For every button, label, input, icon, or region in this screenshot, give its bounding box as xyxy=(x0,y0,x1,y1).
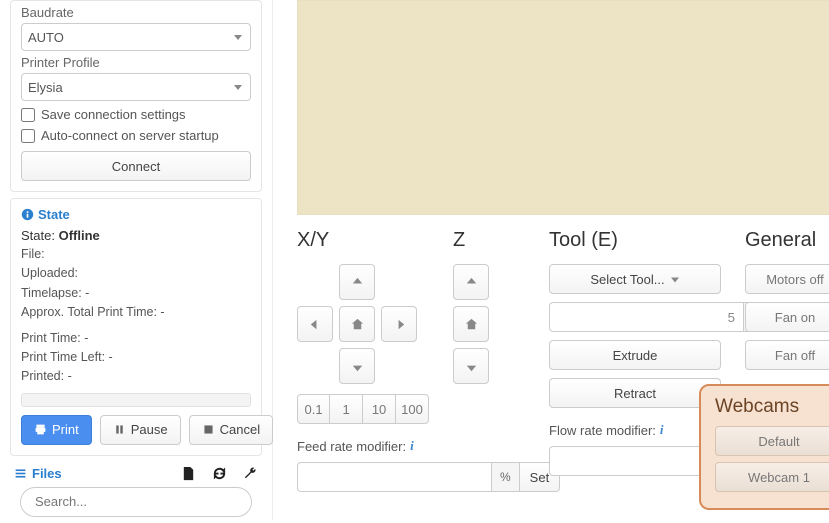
file-icon[interactable] xyxy=(181,466,196,481)
arrow-down-icon xyxy=(464,359,479,374)
retract-button[interactable]: Retract xyxy=(549,378,721,408)
auto-connect-checkbox[interactable] xyxy=(21,129,35,143)
arrow-up-icon xyxy=(350,275,365,290)
tool-column: Tool (E) Select Tool... mm Extrude Retra… xyxy=(549,229,721,492)
state-panel: State State: Offline File: Uploaded: Tim… xyxy=(10,198,262,456)
z-minus-button[interactable] xyxy=(453,348,489,384)
baudrate-label: Baudrate xyxy=(21,5,251,20)
printed-line: Printed: - xyxy=(21,367,251,386)
arrow-left-icon xyxy=(308,317,323,332)
xy-heading: X/Y xyxy=(297,229,429,252)
webcam-default-button[interactable]: Default xyxy=(715,426,829,456)
z-plus-button[interactable] xyxy=(453,264,489,300)
home-icon xyxy=(350,317,365,332)
arrow-down-icon xyxy=(350,359,365,374)
connect-button[interactable]: Connect xyxy=(21,151,251,181)
uploaded-line: Uploaded: xyxy=(21,264,251,283)
save-connection-row[interactable]: Save connection settings xyxy=(21,107,251,122)
xy-column: X/Y 0.1 1 10 100 xyxy=(297,229,429,492)
arrow-right-icon xyxy=(392,317,407,332)
refresh-icon[interactable] xyxy=(212,466,227,481)
info-icon xyxy=(21,208,34,221)
save-connection-checkbox[interactable] xyxy=(21,108,35,122)
z-column: Z xyxy=(453,229,525,492)
pause-button[interactable]: Pause xyxy=(100,415,181,445)
tool-heading: Tool (E) xyxy=(549,229,721,252)
wrench-icon[interactable] xyxy=(243,466,258,481)
connection-panel: Baudrate AUTO Printer Profile Elysia Sav… xyxy=(10,0,262,192)
state-heading[interactable]: State xyxy=(21,207,251,222)
extrude-button[interactable]: Extrude xyxy=(549,340,721,370)
step-buttons: 0.1 1 10 100 xyxy=(297,394,429,424)
webcam-preview xyxy=(297,0,829,215)
print-button[interactable]: Print xyxy=(21,415,92,445)
info-icon[interactable]: i xyxy=(660,422,664,438)
progress-bar xyxy=(21,393,251,407)
fan-on-button[interactable]: Fan on xyxy=(745,302,829,332)
printtimeleft-line: Print Time Left: - xyxy=(21,348,251,367)
flow-rate-label: Flow rate modifier: i xyxy=(549,422,721,438)
x-plus-button[interactable] xyxy=(381,306,417,342)
timelapse-line: Timelapse: - xyxy=(21,284,251,303)
search-input[interactable] xyxy=(20,487,252,517)
webcams-panel: Webcams Default Webcam 1 xyxy=(699,384,829,510)
cancel-icon xyxy=(202,423,215,436)
feed-rate-label: Feed rate modifier: i xyxy=(297,438,429,454)
x-minus-button[interactable] xyxy=(297,306,333,342)
list-icon xyxy=(14,467,27,480)
printer-profile-label: Printer Profile xyxy=(21,55,251,70)
y-minus-button[interactable] xyxy=(339,348,375,384)
step-10-button[interactable]: 10 xyxy=(363,394,396,424)
approx-line: Approx. Total Print Time: - xyxy=(21,303,251,322)
step-100-button[interactable]: 100 xyxy=(396,394,429,424)
z-home-button[interactable] xyxy=(453,306,489,342)
extrude-amount-input[interactable] xyxy=(549,302,743,332)
auto-connect-row[interactable]: Auto-connect on server startup xyxy=(21,128,251,143)
print-icon xyxy=(34,423,47,436)
printtime-line: Print Time: - xyxy=(21,329,251,348)
fan-off-button[interactable]: Fan off xyxy=(745,340,829,370)
state-line: State: Offline xyxy=(21,228,251,243)
z-heading: Z xyxy=(453,229,525,252)
y-plus-button[interactable] xyxy=(339,264,375,300)
files-panel: Files xyxy=(10,462,262,523)
printer-profile-select[interactable]: Elysia xyxy=(21,73,251,101)
tool-select-button[interactable]: Select Tool... xyxy=(549,264,721,294)
caret-down-icon xyxy=(670,273,680,286)
motors-off-button[interactable]: Motors off xyxy=(745,264,829,294)
auto-connect-label: Auto-connect on server startup xyxy=(41,128,219,143)
files-heading[interactable]: Files xyxy=(14,466,62,481)
save-connection-label: Save connection settings xyxy=(41,107,186,122)
step-1-button[interactable]: 1 xyxy=(330,394,363,424)
webcam-1-button[interactable]: Webcam 1 xyxy=(715,462,829,492)
info-icon[interactable]: i xyxy=(410,438,414,454)
step-0-1-button[interactable]: 0.1 xyxy=(297,394,330,424)
arrow-up-icon xyxy=(464,275,479,290)
baudrate-select[interactable]: AUTO xyxy=(21,23,251,51)
general-heading: General xyxy=(745,229,829,252)
cancel-button[interactable]: Cancel xyxy=(189,415,273,445)
home-icon xyxy=(464,317,479,332)
pause-icon xyxy=(113,423,126,436)
file-line: File: xyxy=(21,245,251,264)
webcams-heading: Webcams xyxy=(715,396,829,418)
xy-home-button[interactable] xyxy=(339,306,375,342)
